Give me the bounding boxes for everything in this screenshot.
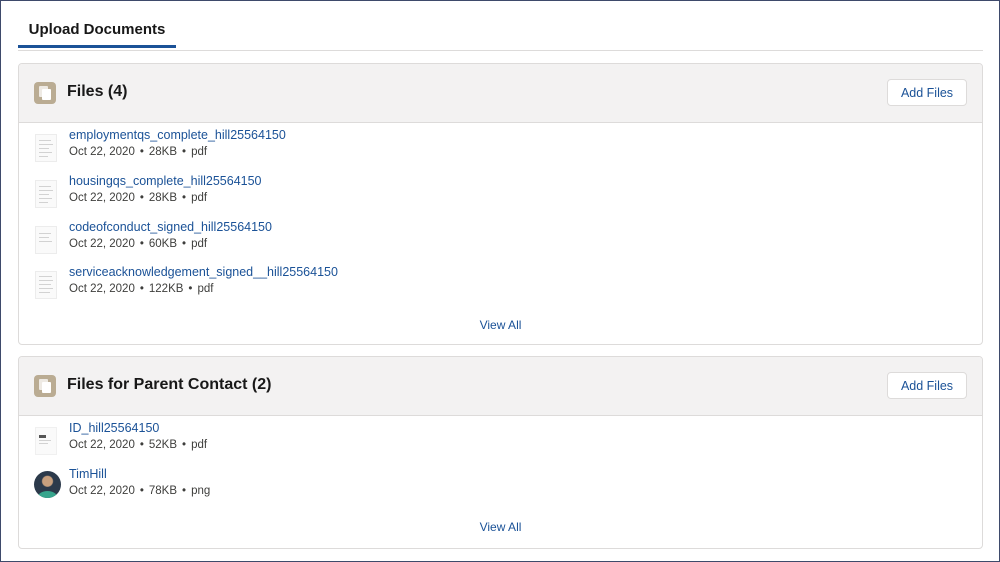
- files-icon: [34, 82, 56, 104]
- file-name-link[interactable]: ID_hill25564150: [69, 421, 159, 435]
- app-frame: Upload Documents Files (4) Add Files emp…: [0, 0, 1000, 562]
- parent-files-card-header: Files for Parent Contact (2) Add Files: [19, 357, 982, 416]
- document-thumbnail-icon: [35, 271, 57, 299]
- view-all-link[interactable]: View All: [19, 520, 982, 534]
- file-name-link[interactable]: serviceacknowledgement_signed__hill25564…: [69, 265, 338, 279]
- file-name-link[interactable]: employmentqs_complete_hill25564150: [69, 128, 286, 142]
- file-meta: Oct 22, 2020 • 28KB • pdf: [69, 146, 208, 158]
- view-all-link[interactable]: View All: [19, 318, 982, 332]
- add-files-button[interactable]: Add Files: [887, 372, 967, 399]
- document-thumbnail-icon: [35, 427, 57, 455]
- files-card-header: Files (4) Add Files: [19, 64, 982, 123]
- file-meta: Oct 22, 2020 • 78KB • png: [69, 485, 211, 497]
- files-icon: [34, 375, 56, 397]
- parent-files-card: Files for Parent Contact (2) Add Files I…: [18, 356, 983, 549]
- file-meta: Oct 22, 2020 • 28KB • pdf: [69, 192, 208, 204]
- files-card-title: Files (4): [67, 83, 128, 100]
- file-meta: Oct 22, 2020 • 52KB • pdf: [69, 439, 208, 451]
- document-thumbnail-icon: [35, 180, 57, 208]
- file-meta: Oct 22, 2020 • 122KB • pdf: [69, 283, 214, 295]
- files-card: Files (4) Add Files employmentqs_complet…: [18, 63, 983, 345]
- file-meta: Oct 22, 2020 • 60KB • pdf: [69, 238, 208, 250]
- tab-bar: Upload Documents: [18, 1, 983, 51]
- parent-files-card-title: Files for Parent Contact (2): [67, 376, 272, 393]
- file-name-link[interactable]: housingqs_complete_hill25564150: [69, 174, 262, 188]
- add-files-button[interactable]: Add Files: [887, 79, 967, 106]
- avatar-thumbnail-icon: [34, 471, 61, 501]
- tab-upload-documents[interactable]: Upload Documents: [18, 1, 176, 48]
- file-name-link[interactable]: TimHill: [69, 467, 107, 481]
- file-name-link[interactable]: codeofconduct_signed_hill25564150: [69, 220, 272, 234]
- document-thumbnail-icon: [35, 134, 57, 162]
- document-thumbnail-icon: [35, 226, 57, 254]
